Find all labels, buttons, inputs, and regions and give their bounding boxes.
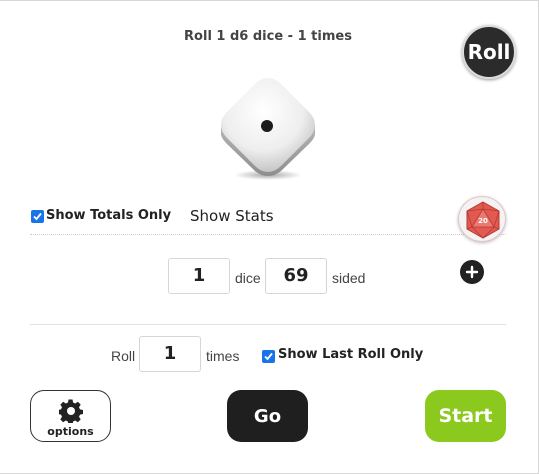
die-display[interactable] xyxy=(215,72,321,182)
roll-times-prefix: Roll xyxy=(111,348,136,364)
dice-count-input[interactable]: 1 xyxy=(168,258,230,294)
dice-label: dice xyxy=(235,270,261,286)
plus-icon xyxy=(465,265,479,279)
totals-row: Show Totals Only Show Stats xyxy=(30,206,506,235)
add-dice-button[interactable] xyxy=(460,260,484,284)
options-label: options xyxy=(47,425,94,438)
page-title: Roll 1 d6 dice - 1 times xyxy=(184,29,352,44)
show-totals-only-checkbox[interactable] xyxy=(31,210,44,223)
section-divider xyxy=(30,324,506,325)
start-button[interactable]: Start xyxy=(425,390,506,442)
svg-text:20: 20 xyxy=(478,217,488,225)
checkmark-icon xyxy=(264,352,273,361)
d20-icon: 20 xyxy=(466,201,500,239)
d6-die-icon xyxy=(221,78,315,180)
times-input[interactable]: 1 xyxy=(139,336,201,372)
die-pip xyxy=(261,120,273,132)
show-last-roll-only-label[interactable]: Show Last Roll Only xyxy=(278,347,423,362)
show-stats-link[interactable]: Show Stats xyxy=(190,207,274,225)
d20-button[interactable]: 20 xyxy=(458,196,506,242)
times-label: times xyxy=(206,348,240,364)
gear-icon xyxy=(59,399,83,423)
go-button[interactable]: Go xyxy=(227,390,308,442)
sides-input[interactable]: 69 xyxy=(265,258,327,294)
options-button[interactable]: options xyxy=(30,390,111,442)
checkmark-icon xyxy=(33,212,42,221)
show-totals-only-label[interactable]: Show Totals Only xyxy=(46,208,171,223)
roll-button[interactable]: Roll xyxy=(462,25,516,79)
show-last-roll-only-checkbox[interactable] xyxy=(262,350,275,363)
sided-label: sided xyxy=(332,270,366,286)
